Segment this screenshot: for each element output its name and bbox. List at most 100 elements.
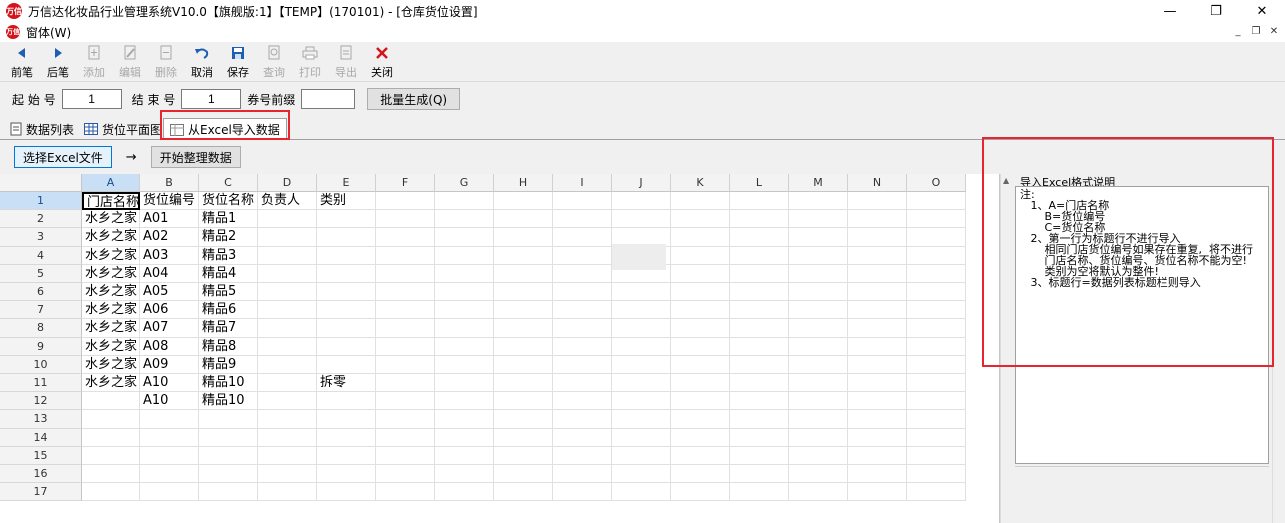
sheet-cell[interactable]	[553, 410, 612, 429]
sheet-cell[interactable]	[907, 483, 966, 502]
row-header[interactable]: 13	[0, 410, 82, 429]
minimize-button[interactable]: —	[1147, 0, 1193, 22]
sheet-cell[interactable]	[199, 428, 258, 447]
col-header[interactable]: K	[671, 174, 730, 192]
sheet-cell[interactable]	[435, 355, 494, 374]
sheet-cell[interactable]: 精品10	[199, 392, 258, 411]
col-header[interactable]: D	[258, 174, 317, 192]
sheet-cell[interactable]	[376, 301, 435, 320]
col-header[interactable]: H	[494, 174, 553, 192]
sheet-cell[interactable]	[317, 392, 376, 411]
sheet-cell[interactable]	[553, 264, 612, 283]
sheet-cell[interactable]	[553, 301, 612, 320]
col-header[interactable]: E	[317, 174, 376, 192]
sheet-cell[interactable]	[435, 319, 494, 338]
sheet-cell[interactable]: 门店名称	[82, 192, 140, 211]
sheet-cell[interactable]	[82, 446, 140, 465]
sheet-cell[interactable]	[907, 374, 966, 393]
sheet-cell[interactable]	[553, 210, 612, 229]
sheet-scrollbar[interactable]: ▲	[1000, 174, 1012, 523]
sheet-cell[interactable]	[612, 192, 671, 211]
tab-import-excel[interactable]: 从Excel导入数据	[163, 118, 287, 140]
sheet-cell[interactable]	[199, 483, 258, 502]
sheet-cell[interactable]	[435, 410, 494, 429]
sheet-cell[interactable]	[317, 465, 376, 484]
sheet-cell[interactable]	[848, 210, 907, 229]
sheet-cell[interactable]	[730, 283, 789, 302]
sheet-cell[interactable]	[789, 483, 848, 502]
sheet-cell[interactable]	[848, 319, 907, 338]
sheet-cell[interactable]	[553, 374, 612, 393]
row-header[interactable]: 1	[0, 192, 82, 211]
sheet-cell[interactable]	[848, 283, 907, 302]
sheet-cell[interactable]	[612, 392, 671, 411]
delete-button[interactable]: 删除	[148, 42, 184, 82]
sheet-cell[interactable]: 货位编号	[140, 192, 199, 211]
sheet-cell[interactable]	[317, 337, 376, 356]
close-button[interactable]: 关闭	[364, 42, 400, 82]
sheet-cell[interactable]: 货位名称	[199, 192, 258, 211]
sheet-cell[interactable]: 水乡之家	[82, 319, 140, 338]
sheet-cell[interactable]	[317, 446, 376, 465]
sheet-cell[interactable]	[435, 392, 494, 411]
sheet-cell[interactable]	[671, 228, 730, 247]
sheet-cell[interactable]	[907, 283, 966, 302]
sheet-cell[interactable]	[553, 392, 612, 411]
sheet-cell[interactable]	[494, 374, 553, 393]
sheet-cell[interactable]	[435, 192, 494, 211]
sheet-cell[interactable]	[494, 228, 553, 247]
col-header[interactable]: B	[140, 174, 199, 192]
start-organize-button[interactable]: 开始整理数据	[150, 146, 241, 168]
sheet-cell[interactable]: 精品10	[199, 374, 258, 393]
sheet-cell[interactable]	[671, 446, 730, 465]
col-header[interactable]: A	[82, 174, 140, 192]
sheet-cell[interactable]	[140, 410, 199, 429]
sheet-cell[interactable]	[258, 301, 317, 320]
sheet-cell[interactable]	[258, 446, 317, 465]
row-header[interactable]: 4	[0, 246, 82, 265]
sheet-cell[interactable]	[376, 428, 435, 447]
sheet-cell[interactable]	[730, 192, 789, 211]
sheet-cell[interactable]: A02	[140, 228, 199, 247]
tab-location-map[interactable]: 货位平面图	[84, 118, 162, 140]
sheet-cell[interactable]: 水乡之家	[82, 264, 140, 283]
sheet-cell[interactable]	[730, 210, 789, 229]
sheet-cell[interactable]	[730, 301, 789, 320]
sheet-cell[interactable]	[907, 192, 966, 211]
sheet-cell[interactable]	[258, 465, 317, 484]
sheet-cell[interactable]	[907, 428, 966, 447]
mdi-restore-button[interactable]: ❐	[1249, 24, 1263, 38]
sheet-cell[interactable]	[82, 410, 140, 429]
sheet-cell[interactable]	[435, 465, 494, 484]
sheet-cell[interactable]	[494, 428, 553, 447]
sheet-cell[interactable]	[140, 446, 199, 465]
scroll-up-icon[interactable]: ▲	[1003, 176, 1009, 185]
sheet-cell[interactable]	[140, 483, 199, 502]
row-header[interactable]: 12	[0, 392, 82, 411]
sheet-cell[interactable]	[376, 210, 435, 229]
select-excel-file-button[interactable]: 选择Excel文件	[14, 146, 112, 168]
sheet-cell[interactable]	[848, 446, 907, 465]
sheet-cell[interactable]	[789, 264, 848, 283]
sheet-cell[interactable]	[730, 319, 789, 338]
sheet-cell[interactable]	[848, 465, 907, 484]
sheet-cell[interactable]	[553, 283, 612, 302]
sheet-cell[interactable]	[671, 264, 730, 283]
sheet-cell[interactable]	[848, 374, 907, 393]
sheet-cell[interactable]	[494, 465, 553, 484]
sheet-cell[interactable]	[848, 228, 907, 247]
sheet-cell[interactable]	[317, 410, 376, 429]
sheet-cell[interactable]	[494, 355, 553, 374]
panel-scrollbar[interactable]	[1272, 186, 1285, 523]
sheet-cell[interactable]: 精品8	[199, 337, 258, 356]
sheet-cell[interactable]	[82, 465, 140, 484]
sheet-cell[interactable]	[199, 410, 258, 429]
sheet-cell[interactable]	[907, 264, 966, 283]
sheet-cell[interactable]	[553, 483, 612, 502]
export-button[interactable]: 导出	[328, 42, 364, 82]
sheet-cell[interactable]	[612, 283, 671, 302]
sheet-cell[interactable]	[258, 374, 317, 393]
sheet-cell[interactable]	[317, 428, 376, 447]
sheet-cell[interactable]	[907, 301, 966, 320]
row-header[interactable]: 17	[0, 483, 82, 502]
